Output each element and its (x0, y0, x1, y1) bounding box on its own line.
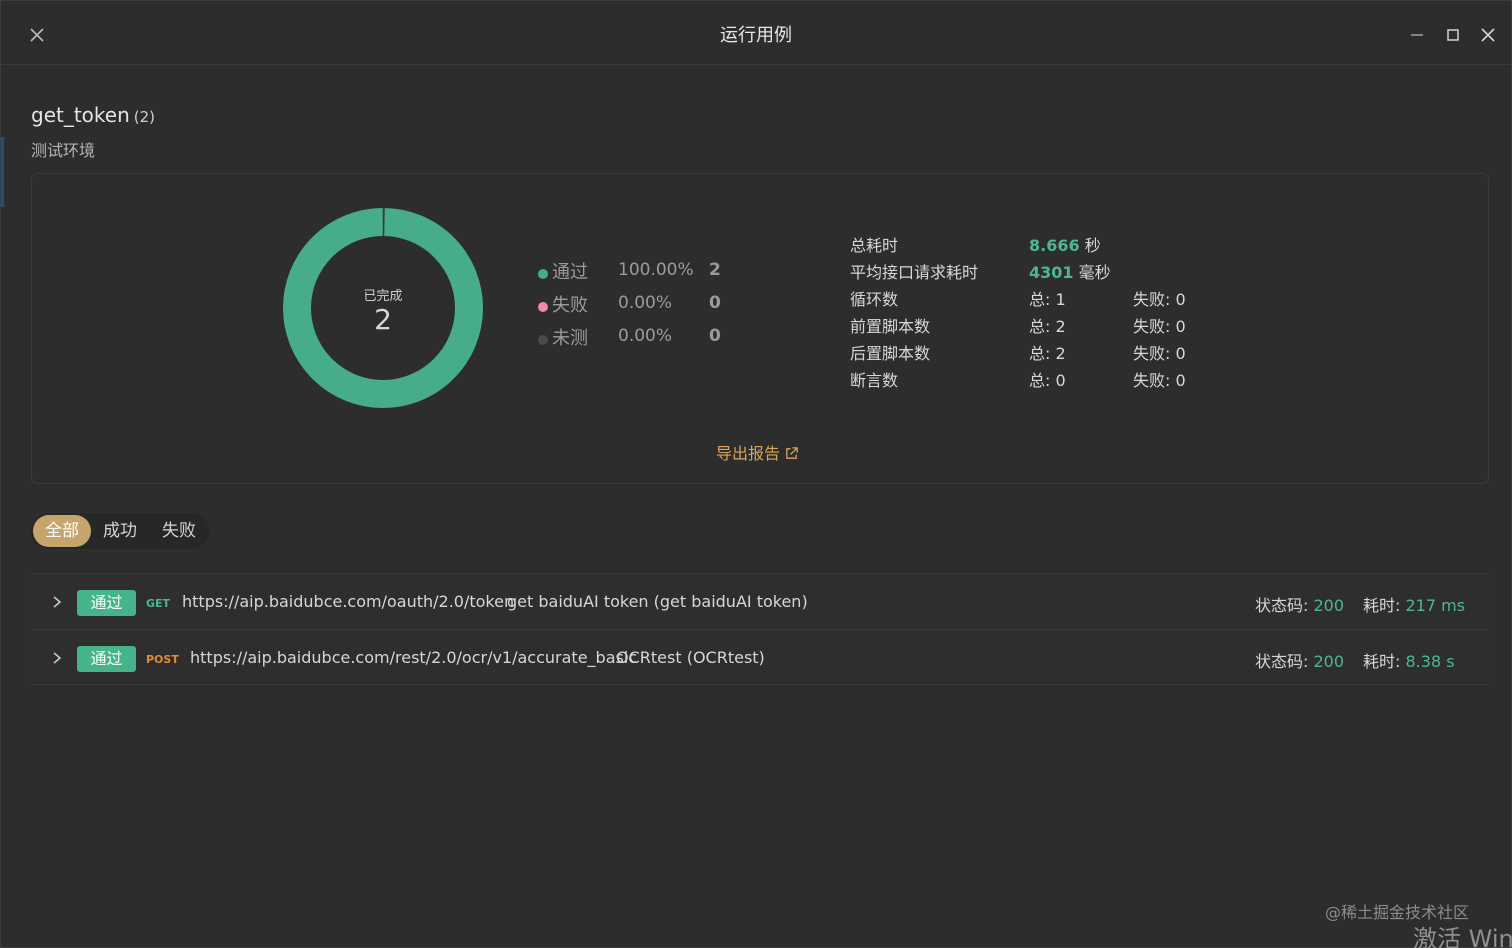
time-label: 耗时: (1363, 652, 1401, 671)
tab-fail[interactable]: 失败 (153, 515, 205, 547)
stat-avg-request-time: 平均接口请求耗时 4301 毫秒 (850, 259, 1250, 286)
untested-dot-icon (538, 335, 548, 345)
stat-value: 8.666 秒 (1029, 232, 1101, 256)
summary-card: 已完成 2 通过 100.00% 2 失败 0.00% 0 未测 0.00% 0 (31, 173, 1489, 484)
status-code-label: 状态码: (1255, 596, 1309, 615)
stat-failed: 失败: 0 (1133, 344, 1186, 363)
result-row[interactable]: 通过 POST https://aip.baidubce.com/rest/2.… (31, 629, 1489, 685)
legend-count: 2 (709, 260, 721, 280)
donut-value: 2 (374, 303, 392, 336)
stat-total: 总: 1 (1029, 290, 1066, 309)
run-statistics: 总耗时 8.666 秒 平均接口请求耗时 4301 毫秒 循环数 总: 1 失败… (850, 232, 1250, 394)
stat-failed: 失败: 0 (1133, 290, 1186, 309)
stat-total-time: 总耗时 8.666 秒 (850, 232, 1250, 259)
stat-post-scripts: 后置脚本数 总: 2 失败: 0 (850, 340, 1250, 367)
donut-label: 已完成 (363, 289, 403, 304)
elapsed-time: 耗时: 8.38 s (1363, 648, 1455, 672)
stat-label: 总耗时 (850, 236, 899, 255)
export-report-label: 导出报告 (716, 444, 781, 463)
status-code-label: 状态码: (1255, 652, 1309, 671)
donut-center: 已完成 2 (282, 207, 484, 409)
legend-pass: 通过 100.00% 2 (536, 258, 736, 291)
external-link-icon (786, 447, 798, 459)
tab-success[interactable]: 成功 (95, 515, 145, 547)
status-badge: 通过 (77, 646, 136, 672)
legend-percent: 0.00% (618, 326, 673, 346)
status-code: 状态码: 200 (1255, 648, 1344, 672)
title-bar: 运行用例 (1, 1, 1511, 65)
case-count: (2) (133, 108, 156, 126)
stat-value: 4301 毫秒 (1029, 259, 1111, 283)
tab-all[interactable]: 全部 (33, 515, 91, 547)
legend-name: 未测 (552, 328, 588, 349)
http-method: POST (146, 653, 179, 666)
result-row[interactable]: 通过 GET https://aip.baidubce.com/oauth/2.… (31, 573, 1489, 629)
stat-assertions: 断言数 总: 0 失败: 0 (850, 367, 1250, 394)
legend-untested: 未测 0.00% 0 (536, 324, 736, 357)
case-name: get_token (2) (31, 103, 155, 127)
result-list: 通过 GET https://aip.baidubce.com/oauth/2.… (31, 573, 1489, 685)
request-url: https://aip.baidubce.com/oauth/2.0/token (182, 592, 515, 611)
total-time-unit: 秒 (1084, 236, 1101, 255)
activate-windows-text: 激活 Win (1413, 925, 1512, 948)
close-window-icon[interactable] (1476, 23, 1500, 47)
stat-failed: 失败: 0 (1133, 317, 1186, 336)
minimize-icon[interactable] (1405, 23, 1429, 47)
stat-pre-scripts: 前置脚本数 总: 2 失败: 0 (850, 313, 1250, 340)
result-legend: 通过 100.00% 2 失败 0.00% 0 未测 0.00% 0 (536, 258, 736, 357)
side-accent-bar (1, 137, 4, 207)
stat-label: 平均接口请求耗时 (850, 263, 979, 282)
stat-label: 后置脚本数 (850, 344, 931, 363)
legend-fail: 失败 0.00% 0 (536, 291, 736, 324)
time-label: 耗时: (1363, 596, 1401, 615)
legend-count: 0 (709, 293, 721, 313)
http-method: GET (146, 597, 171, 610)
avg-time-unit: 毫秒 (1078, 263, 1111, 282)
stat-label: 循环数 (850, 290, 899, 309)
stat-total: 总: 2 (1029, 317, 1066, 336)
stat-label: 断言数 (850, 371, 899, 390)
legend-name: 失败 (552, 295, 588, 316)
environment-label: 测试环境 (31, 141, 96, 160)
stat-label: 前置脚本数 (850, 317, 931, 336)
legend-name: 通过 (552, 262, 588, 283)
total-time-value: 8.666 (1029, 236, 1080, 255)
stat-loops: 循环数 总: 1 失败: 0 (850, 286, 1250, 313)
case-name-text: get_token (31, 103, 130, 127)
request-name: get baiduAI token (get baiduAI token) (507, 592, 808, 611)
legend-percent: 100.00% (618, 260, 694, 280)
result-filter-tabs: 全部 成功 失败 (31, 513, 209, 549)
status-badge: 通过 (77, 590, 136, 616)
pass-dot-icon (538, 269, 548, 279)
window-title: 运行用例 (720, 25, 792, 46)
legend-percent: 0.00% (618, 293, 673, 313)
run-case-window: 运行用例 get_token (2) 测试环境 已完成 2 通过 100.00% … (0, 0, 1512, 948)
stat-total: 总: 2 (1029, 344, 1066, 363)
status-code-value: 200 (1313, 596, 1345, 615)
export-report-button[interactable]: 导出报告 (716, 440, 799, 464)
legend-count: 0 (709, 326, 721, 346)
request-url: https://aip.baidubce.com/rest/2.0/ocr/v1… (190, 648, 638, 667)
chevron-right-icon[interactable] (49, 594, 65, 610)
chevron-right-icon[interactable] (49, 650, 65, 666)
maximize-icon[interactable] (1441, 23, 1465, 47)
avg-time-value: 4301 (1029, 263, 1074, 282)
time-value: 8.38 s (1405, 652, 1455, 671)
fail-dot-icon (538, 302, 548, 312)
status-code: 状态码: 200 (1255, 592, 1344, 616)
stat-total: 总: 0 (1029, 371, 1066, 390)
elapsed-time: 耗时: 217 ms (1363, 592, 1465, 616)
status-code-value: 200 (1313, 652, 1345, 671)
stat-failed: 失败: 0 (1133, 371, 1186, 390)
request-name: OCRtest (OCRtest) (616, 648, 765, 667)
time-value: 217 ms (1405, 596, 1466, 615)
